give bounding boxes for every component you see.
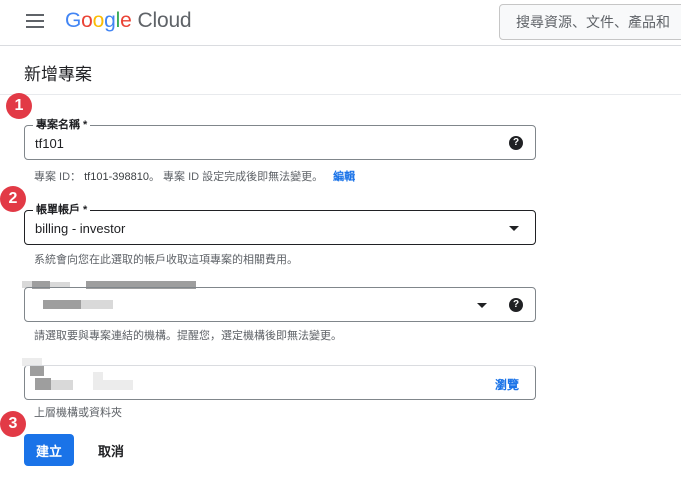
project-id-prefix: 專案 ID： — [34, 171, 82, 183]
billing-hint: 系統會向您在此選取的帳戶收取這項專案的相關費用。 — [34, 254, 298, 266]
redacted-location-value — [103, 380, 133, 390]
top-app-bar: Google Cloud — [0, 0, 681, 46]
project-name-help-icon[interactable]: ? — [509, 136, 523, 150]
browse-button[interactable]: 瀏覽 — [495, 376, 519, 393]
billing-account-select[interactable]: 帳單帳戶 * billing - investor — [24, 203, 536, 245]
billing-account-value: billing - investor — [35, 221, 126, 236]
project-id-hint: 專案 ID： tf101-398810。 專案 ID 設定完成後即無法變更。 編輯 — [34, 168, 355, 184]
title-divider — [0, 94, 681, 95]
project-name-value[interactable]: tf101 — [35, 136, 64, 151]
redacted-location-value — [35, 378, 51, 390]
project-name-label: 專案名稱 * — [33, 118, 91, 132]
cancel-button[interactable]: 取消 — [88, 434, 134, 466]
project-name-field[interactable]: 專案名稱 * tf101 ? — [24, 118, 536, 160]
project-id-suffix: 。 專案 ID 設定完成後即無法變更。 — [148, 171, 324, 183]
redacted-org-value — [91, 300, 113, 309]
location-field[interactable]: 瀏覽 — [24, 365, 536, 400]
hamburger-menu-icon[interactable] — [26, 14, 44, 28]
step-badge-1: 1 — [6, 93, 32, 119]
organization-help-icon[interactable]: ? — [509, 298, 523, 312]
google-cloud-logo[interactable]: Google Cloud — [65, 9, 192, 33]
cloud-wordmark: Cloud — [137, 9, 192, 32]
step-badge-2: 2 — [0, 186, 26, 212]
project-id-value: tf101-398810 — [84, 171, 149, 183]
organization-dropdown-arrow-icon[interactable] — [477, 303, 487, 308]
location-hint: 上層機構或資料夾 — [34, 407, 122, 419]
search-input[interactable] — [499, 4, 681, 40]
billing-account-label: 帳單帳戶 * — [33, 203, 91, 217]
page-title: 新增專案 — [24, 65, 92, 84]
redacted-org-value — [43, 300, 81, 309]
step-badge-3: 3 — [0, 411, 26, 437]
google-wordmark: Google — [65, 9, 132, 32]
create-button[interactable]: 建立 — [24, 434, 74, 466]
organization-select[interactable]: ? — [24, 287, 536, 322]
redacted-org-value — [81, 300, 91, 309]
billing-dropdown-arrow-icon[interactable] — [509, 226, 519, 231]
organization-hint: 請選取要與專案連結的機構。提醒您，選定機構後即無法變更。 — [34, 330, 342, 342]
edit-project-id-link[interactable]: 編輯 — [333, 171, 355, 183]
redacted-location-value — [93, 372, 103, 390]
redacted-location-value — [51, 380, 73, 390]
